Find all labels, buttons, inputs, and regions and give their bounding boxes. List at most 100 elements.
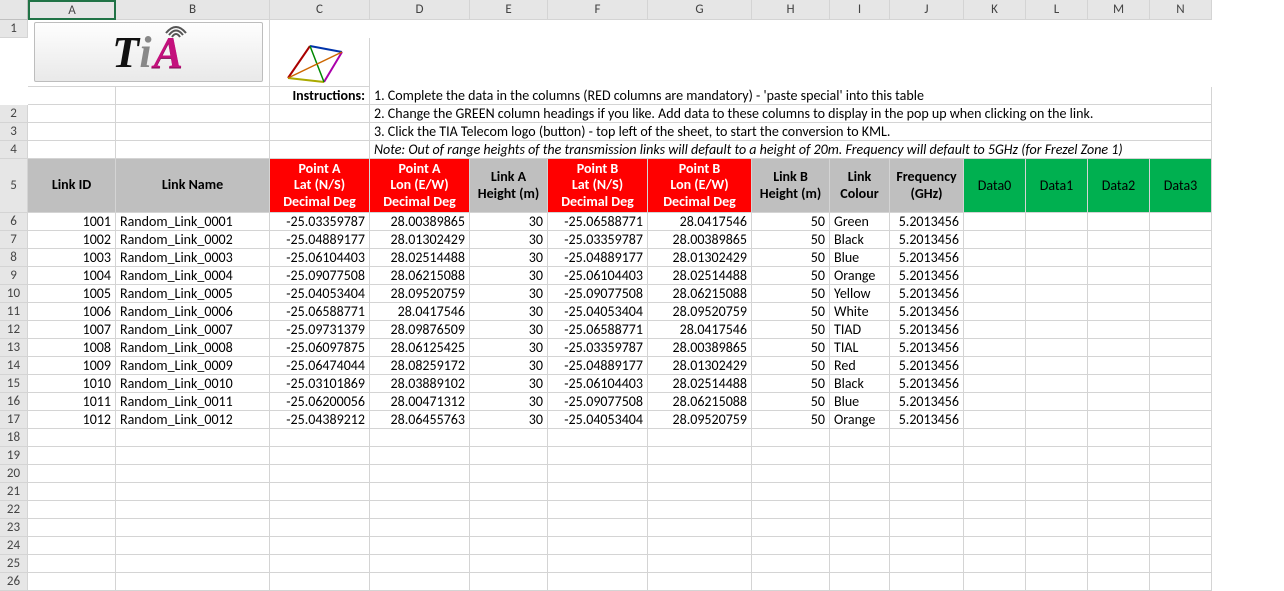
- cell[interactable]: [270, 537, 370, 555]
- cell-colour[interactable]: Orange: [830, 267, 890, 285]
- cell-link-name[interactable]: Random_Link_0008: [116, 339, 270, 357]
- th-link-b-height[interactable]: Link BHeight (m): [752, 159, 830, 213]
- cell-frequency[interactable]: 5.2013456: [890, 321, 964, 339]
- cell-colour[interactable]: Yellow: [830, 285, 890, 303]
- cell[interactable]: [548, 573, 648, 591]
- cell[interactable]: [752, 573, 830, 591]
- cell-frequency[interactable]: 5.2013456: [890, 231, 964, 249]
- cell-pb-lat[interactable]: -25.03359787: [548, 231, 648, 249]
- cell[interactable]: [116, 141, 270, 159]
- cell[interactable]: [470, 465, 548, 483]
- cell[interactable]: [890, 483, 964, 501]
- row-header-25[interactable]: 25: [0, 555, 28, 573]
- cell[interactable]: [1088, 573, 1150, 591]
- row-header-12[interactable]: 12: [0, 321, 28, 339]
- cell[interactable]: [1150, 447, 1212, 465]
- cell[interactable]: [890, 537, 964, 555]
- cell-link-id[interactable]: 1003: [28, 249, 116, 267]
- cell-pa-lat[interactable]: -25.04389212: [270, 411, 370, 429]
- cell[interactable]: [270, 123, 370, 141]
- cell-data0[interactable]: [964, 303, 1026, 321]
- cell[interactable]: [830, 537, 890, 555]
- cell[interactable]: [752, 465, 830, 483]
- cell-data2[interactable]: [1088, 375, 1150, 393]
- row-header-11[interactable]: 11: [0, 303, 28, 321]
- cell[interactable]: [28, 483, 116, 501]
- cell[interactable]: [1026, 501, 1088, 519]
- cell-pa-lat[interactable]: -25.03359787: [270, 213, 370, 231]
- cell[interactable]: [648, 519, 752, 537]
- cell-pa-lat[interactable]: -25.09731379: [270, 321, 370, 339]
- cell[interactable]: [270, 465, 370, 483]
- th-data3[interactable]: Data3: [1150, 159, 1212, 213]
- col-header-M[interactable]: M: [1088, 0, 1150, 20]
- cell-data3[interactable]: [1150, 267, 1212, 285]
- cell-colour[interactable]: Blue: [830, 393, 890, 411]
- cell[interactable]: [1150, 573, 1212, 591]
- cell-data1[interactable]: [1026, 411, 1088, 429]
- cell-pb-lat[interactable]: -25.04053404: [548, 303, 648, 321]
- cell-b-height[interactable]: 50: [752, 231, 830, 249]
- cell-data2[interactable]: [1088, 267, 1150, 285]
- cell-pb-lat[interactable]: -25.06588771: [548, 321, 648, 339]
- row-header-21[interactable]: 21: [0, 483, 28, 501]
- cell-b-height[interactable]: 50: [752, 375, 830, 393]
- cell-pa-lon[interactable]: 28.09876509: [370, 321, 470, 339]
- cell[interactable]: [370, 555, 470, 573]
- cell-pb-lat[interactable]: -25.04889177: [548, 357, 648, 375]
- cell-data0[interactable]: [964, 321, 1026, 339]
- cell-data3[interactable]: [1150, 249, 1212, 267]
- cell-pa-lat[interactable]: -25.04053404: [270, 285, 370, 303]
- cell-data2[interactable]: [1088, 303, 1150, 321]
- cell-b-height[interactable]: 50: [752, 393, 830, 411]
- cell-link-id[interactable]: 1007: [28, 321, 116, 339]
- cell[interactable]: [548, 537, 648, 555]
- cell-colour[interactable]: TIAL: [830, 339, 890, 357]
- cell[interactable]: [28, 501, 116, 519]
- cell[interactable]: [548, 465, 648, 483]
- cell[interactable]: [1026, 447, 1088, 465]
- cell-link-id[interactable]: 1005: [28, 285, 116, 303]
- cell-link-name[interactable]: Random_Link_0006: [116, 303, 270, 321]
- cell-data3[interactable]: [1150, 321, 1212, 339]
- col-header-D[interactable]: D: [370, 0, 470, 20]
- cell-pa-lat[interactable]: -25.06588771: [270, 303, 370, 321]
- cell-pb-lat[interactable]: -25.09077508: [548, 285, 648, 303]
- cell-link-id[interactable]: 1006: [28, 303, 116, 321]
- cell[interactable]: [830, 519, 890, 537]
- cell[interactable]: [116, 519, 270, 537]
- cell-pa-lon[interactable]: 28.09520759: [370, 285, 470, 303]
- th-data1[interactable]: Data1: [1026, 159, 1088, 213]
- cell-data2[interactable]: [1088, 411, 1150, 429]
- cell-pa-lon[interactable]: 28.03889102: [370, 375, 470, 393]
- cell-pa-lat[interactable]: -25.06200056: [270, 393, 370, 411]
- cell-pa-lon[interactable]: 28.00389865: [370, 213, 470, 231]
- cell[interactable]: [28, 465, 116, 483]
- cell[interactable]: [28, 573, 116, 591]
- select-all-corner[interactable]: [0, 0, 28, 20]
- cell[interactable]: [470, 519, 548, 537]
- cell[interactable]: [648, 447, 752, 465]
- cell[interactable]: [116, 555, 270, 573]
- cell[interactable]: [1088, 465, 1150, 483]
- cell[interactable]: [830, 483, 890, 501]
- cell[interactable]: [270, 519, 370, 537]
- cell-link-name[interactable]: Random_Link_0003: [116, 249, 270, 267]
- cell-data1[interactable]: [1026, 393, 1088, 411]
- row-header-9[interactable]: 9: [0, 267, 28, 285]
- col-header-E[interactable]: E: [470, 0, 548, 20]
- cell[interactable]: [28, 447, 116, 465]
- cell-data1[interactable]: [1026, 213, 1088, 231]
- cell-a-height[interactable]: 30: [470, 249, 548, 267]
- col-header-I[interactable]: I: [830, 0, 890, 20]
- cell-data3[interactable]: [1150, 393, 1212, 411]
- cell-link-name[interactable]: Random_Link_0011: [116, 393, 270, 411]
- cell-pb-lon[interactable]: 28.0417546: [648, 213, 752, 231]
- cell[interactable]: [1026, 573, 1088, 591]
- cell-pa-lon[interactable]: 28.06455763: [370, 411, 470, 429]
- cell[interactable]: [1150, 501, 1212, 519]
- row-header-26[interactable]: 26: [0, 573, 28, 591]
- cell[interactable]: [1088, 519, 1150, 537]
- cell[interactable]: [370, 483, 470, 501]
- cell-a-height[interactable]: 30: [470, 375, 548, 393]
